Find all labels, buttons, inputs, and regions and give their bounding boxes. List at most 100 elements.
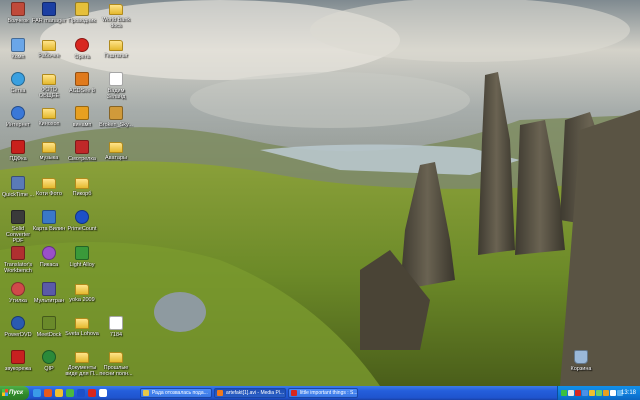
desktop-icon-label: FAR manager bbox=[32, 18, 66, 24]
desktop-icon-provodnik[interactable]: Проводник bbox=[64, 2, 100, 24]
folder-icon bbox=[75, 284, 89, 295]
folder-icon bbox=[42, 108, 56, 119]
light-alloy-icon bbox=[75, 246, 89, 260]
desktop-icon-multitran[interactable]: Мультитран bbox=[31, 282, 67, 304]
utility-icon bbox=[11, 282, 25, 296]
quick-launch-app-icon[interactable] bbox=[99, 389, 107, 397]
opera-icon bbox=[75, 38, 89, 52]
folder-icon bbox=[109, 4, 123, 15]
taskbar-button-little-important-things[interactable]: little important things : S... bbox=[288, 388, 358, 398]
desktop-icon-label: MeetDock bbox=[36, 332, 62, 338]
folder-icon bbox=[42, 74, 56, 85]
desktop-icon-picasa[interactable]: Пикаса bbox=[31, 246, 67, 268]
desktop-icon-opera[interactable]: Opera bbox=[64, 38, 100, 60]
quicktime-icon bbox=[11, 176, 25, 190]
folder-icon bbox=[75, 352, 89, 363]
desktop-icon-label: Прошлые песни полн... bbox=[99, 365, 133, 377]
folder-icon bbox=[109, 40, 123, 51]
desktop[interactable]: Волчеок Комп Сетка Интернет ПДФка QuickT… bbox=[0, 0, 640, 386]
tray-icon[interactable] bbox=[582, 390, 588, 396]
folder-icon bbox=[109, 352, 123, 363]
desktop-icon-label: Коти Фото bbox=[36, 191, 62, 197]
desktop-icon-winamp[interactable]: винамп bbox=[64, 106, 100, 128]
desktop-icon-label: Смотрелка bbox=[68, 156, 96, 162]
powerdvd-icon bbox=[11, 316, 25, 330]
desktop-icon-broken-sky[interactable]: Broken_Sky... bbox=[98, 106, 134, 128]
clock[interactable]: 13:18 bbox=[621, 386, 636, 400]
tray-icon[interactable] bbox=[561, 390, 567, 396]
start-button[interactable]: Пуск bbox=[0, 386, 29, 400]
taskbar-button-media-player[interactable]: artefakt[1].avi - Media Pl... bbox=[214, 388, 286, 398]
quick-launch-app-icon[interactable] bbox=[77, 389, 85, 397]
taskbar-button-rada[interactable]: Рада отозвалась пода... bbox=[140, 388, 212, 398]
desktop-icon-7184[interactable]: 7184 bbox=[98, 316, 134, 338]
desktop-icon-label: винамп bbox=[72, 122, 92, 128]
app-icon bbox=[11, 2, 25, 16]
quick-launch-folder-icon[interactable] bbox=[55, 389, 63, 397]
desktop-icon-label: Карта Вилин bbox=[32, 226, 66, 232]
desktop-icon-dokumenty[interactable]: Документы виде для П... bbox=[64, 350, 100, 377]
tray-icon[interactable] bbox=[575, 390, 581, 396]
quick-launch-app-icon[interactable] bbox=[66, 389, 74, 397]
desktop-icon-foto-obschee[interactable]: ФОТО ОБЩЕЕ bbox=[31, 72, 67, 99]
desktop-icon-label: World Bank docs bbox=[101, 17, 131, 29]
desktop-icon-yoka-2009[interactable]: yoka 2009 bbox=[64, 282, 100, 303]
far-manager-icon bbox=[42, 2, 56, 16]
desktop-icon-label: Opera bbox=[74, 54, 90, 60]
window-icon bbox=[143, 390, 149, 396]
desktop-icon-acdsee[interactable]: ACDSee 8 bbox=[64, 72, 100, 94]
solid-converter-icon bbox=[11, 210, 25, 224]
desktop-icon-label: ФОТО ОБЩЕЕ bbox=[38, 87, 60, 99]
desktop-icon-rabochee[interactable]: Рабочее bbox=[31, 38, 67, 59]
folder-icon bbox=[42, 40, 56, 51]
desktop-icon-light-alloy[interactable]: Light Alloy bbox=[64, 246, 100, 268]
desktop-icon-label: Пикаса bbox=[39, 262, 59, 268]
desktop-icon-sveta-lohova[interactable]: Sveta Lohova bbox=[64, 316, 100, 337]
desktop-icon-label: yoka 2009 bbox=[69, 297, 95, 303]
desktop-icon-karta-vilin[interactable]: Карта Вилин bbox=[31, 210, 67, 232]
pdf-icon bbox=[11, 140, 25, 154]
desktop-icon-qip[interactable]: QIP bbox=[31, 350, 67, 372]
internet-explorer-icon bbox=[11, 106, 25, 120]
tray-icon[interactable] bbox=[568, 390, 574, 396]
desktop-icon-avatary[interactable]: Аватары bbox=[98, 140, 134, 161]
desktop-icon-label: Мультитран bbox=[33, 298, 65, 304]
picasa-icon bbox=[42, 246, 56, 260]
desktop-icon-smotrelka[interactable]: Смотрелка bbox=[64, 140, 100, 162]
quick-launch-ie-icon[interactable] bbox=[33, 389, 41, 397]
desktop-icon-far-manager[interactable]: FAR manager bbox=[31, 2, 67, 24]
tray-icon[interactable] bbox=[589, 390, 595, 396]
translator-icon bbox=[11, 246, 25, 260]
desktop-icon-world-bank-docs[interactable]: World Bank docs bbox=[98, 2, 134, 29]
desktop-icon-label: Корзина bbox=[570, 366, 592, 372]
quick-launch-firefox-icon[interactable] bbox=[44, 389, 52, 397]
explorer-icon bbox=[75, 2, 89, 16]
desktop-icon-muzyka[interactable]: музыка bbox=[31, 140, 67, 161]
taskbar-button-label: little important things : S... bbox=[300, 390, 358, 396]
recycle-bin-icon bbox=[574, 350, 588, 364]
desktop-icon-label: 7184 bbox=[109, 332, 123, 338]
desktop-icon-recycle-bin[interactable]: Корзина bbox=[563, 350, 599, 372]
quick-launch-app-icon[interactable] bbox=[88, 389, 96, 397]
winamp-icon bbox=[75, 106, 89, 120]
desktop-icon-pikorb[interactable]: Пикорб bbox=[64, 176, 100, 197]
tray-icon[interactable] bbox=[610, 390, 616, 396]
desktop-icon-label: музыка bbox=[39, 155, 59, 161]
start-button-label: Пуск bbox=[9, 390, 24, 396]
desktop-icon-primecount[interactable]: PrimeCount bbox=[64, 210, 100, 232]
desktop-icon-geshtalt[interactable]: Гештальт bbox=[98, 38, 134, 59]
tray-icon[interactable] bbox=[596, 390, 602, 396]
desktop-icon-vadim-zeland[interactable]: Вадим Зеланд bbox=[98, 72, 134, 100]
desktop-icon-koti-foto[interactable]: Коти Фото bbox=[31, 176, 67, 197]
media-file-icon bbox=[109, 106, 123, 120]
volume-icon[interactable] bbox=[603, 390, 609, 396]
folder-icon bbox=[75, 178, 89, 189]
multitran-icon bbox=[42, 282, 56, 296]
desktop-icon-label: Sveta Lohova bbox=[65, 331, 99, 337]
taskbar-button-label: artefakt[1].avi - Media Pl... bbox=[226, 390, 285, 396]
desktop-icon-label: PrimeCount bbox=[67, 226, 97, 232]
desktop-icon-label: Вадим Зеланд bbox=[106, 88, 126, 100]
desktop-icon-kinohop[interactable]: Кинохоп bbox=[31, 106, 67, 127]
desktop-icon-meetdock[interactable]: MeetDock bbox=[31, 316, 67, 338]
desktop-icon-proshlye-pesni[interactable]: Прошлые песни полн... bbox=[98, 350, 134, 377]
